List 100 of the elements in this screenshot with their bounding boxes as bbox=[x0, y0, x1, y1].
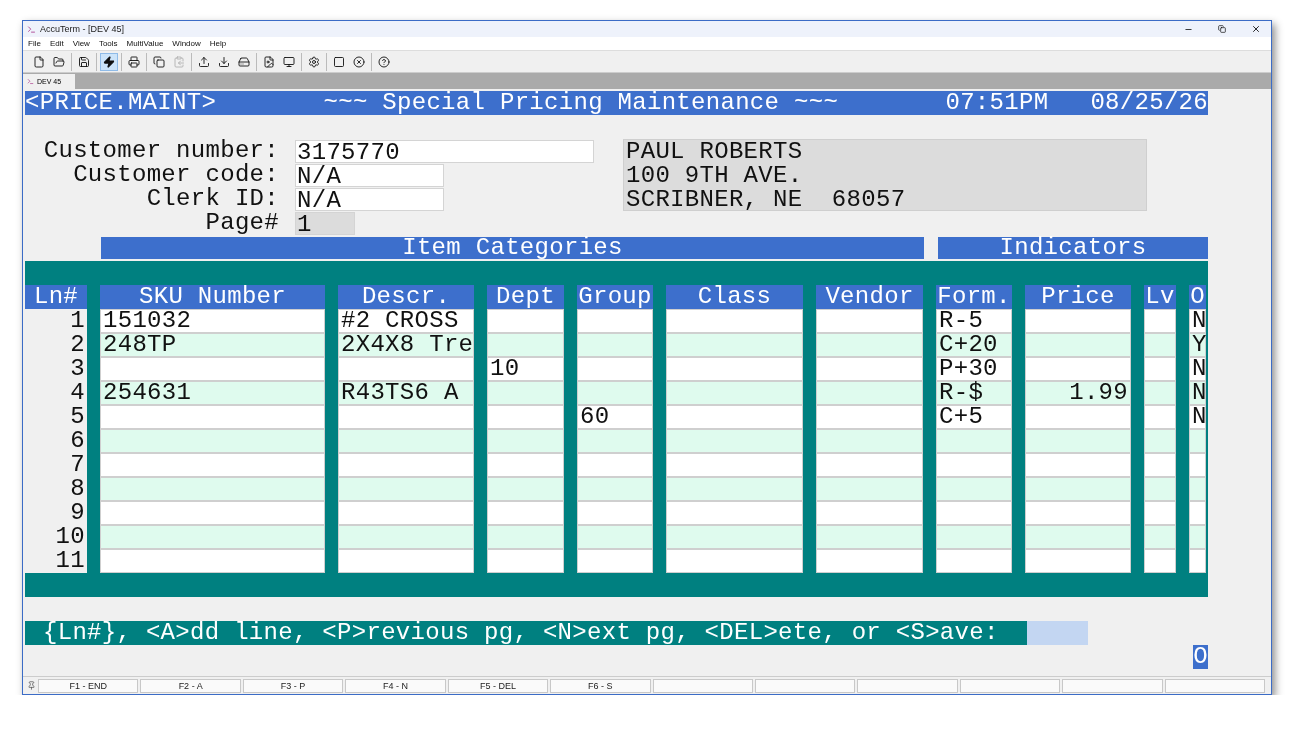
function-key-button[interactable] bbox=[959, 678, 1061, 693]
table-cell[interactable] bbox=[666, 381, 803, 405]
table-cell[interactable] bbox=[1189, 477, 1206, 501]
menu-item[interactable]: MultiValue bbox=[126, 39, 164, 48]
close-icon[interactable] bbox=[1251, 24, 1261, 34]
table-cell[interactable] bbox=[1189, 453, 1206, 477]
table-cell[interactable]: 248TP bbox=[100, 333, 325, 357]
table-cell[interactable] bbox=[338, 501, 474, 525]
table-cell[interactable] bbox=[100, 549, 325, 573]
lightning-icon[interactable] bbox=[100, 52, 118, 71]
table-cell[interactable] bbox=[1144, 357, 1176, 381]
function-key-button[interactable] bbox=[652, 678, 753, 693]
table-cell[interactable] bbox=[100, 453, 325, 477]
function-key-button[interactable]: F2 - A bbox=[140, 678, 241, 693]
table-cell[interactable] bbox=[577, 357, 653, 381]
table-cell[interactable] bbox=[666, 357, 803, 381]
prompt-input-field[interactable] bbox=[1027, 621, 1088, 645]
table-cell[interactable] bbox=[487, 309, 564, 333]
table-cell[interactable] bbox=[936, 525, 1012, 549]
table-cell[interactable] bbox=[936, 501, 1012, 525]
table-cell[interactable] bbox=[816, 549, 923, 573]
table-cell[interactable] bbox=[577, 429, 653, 453]
table-cell[interactable] bbox=[577, 309, 653, 333]
table-cell[interactable] bbox=[816, 381, 923, 405]
table-cell[interactable] bbox=[666, 453, 803, 477]
table-cell[interactable] bbox=[487, 429, 564, 453]
table-cell[interactable] bbox=[1025, 477, 1131, 501]
table-cell[interactable] bbox=[816, 333, 923, 357]
table-cell[interactable] bbox=[1144, 525, 1176, 549]
table-cell[interactable] bbox=[1025, 405, 1131, 429]
table-cell[interactable] bbox=[816, 357, 923, 381]
table-cell[interactable] bbox=[666, 405, 803, 429]
table-cell[interactable] bbox=[100, 405, 325, 429]
function-key-button[interactable]: F1 - END bbox=[38, 678, 139, 693]
table-cell[interactable] bbox=[577, 501, 653, 525]
table-cell[interactable] bbox=[1144, 381, 1176, 405]
table-cell[interactable] bbox=[666, 333, 803, 357]
table-cell[interactable] bbox=[1025, 501, 1131, 525]
function-key-button[interactable]: F5 - DEL bbox=[447, 678, 549, 693]
table-cell[interactable] bbox=[100, 357, 325, 381]
table-cell[interactable] bbox=[1025, 549, 1131, 573]
table-cell[interactable]: Y bbox=[1189, 333, 1206, 357]
table-cell[interactable]: C+20 bbox=[936, 333, 1012, 357]
table-cell[interactable]: N bbox=[1189, 309, 1206, 333]
table-cell[interactable] bbox=[487, 453, 564, 477]
table-cell[interactable] bbox=[100, 429, 325, 453]
table-cell[interactable]: N bbox=[1189, 357, 1206, 381]
table-cell[interactable] bbox=[100, 501, 325, 525]
table-cell[interactable] bbox=[1189, 525, 1206, 549]
table-cell[interactable]: 60 bbox=[577, 405, 653, 429]
table-cell[interactable] bbox=[338, 453, 474, 477]
table-cell[interactable] bbox=[1189, 549, 1206, 573]
table-cell[interactable] bbox=[487, 405, 564, 429]
input-field[interactable]: 1 bbox=[295, 211, 355, 235]
table-cell[interactable] bbox=[666, 549, 803, 573]
table-cell[interactable] bbox=[936, 549, 1012, 573]
table-cell[interactable]: P+30 bbox=[936, 357, 1012, 381]
table-cell[interactable] bbox=[666, 525, 803, 549]
table-cell[interactable] bbox=[1144, 453, 1176, 477]
table-cell[interactable] bbox=[1025, 357, 1131, 381]
table-cell[interactable] bbox=[816, 453, 923, 477]
table-cell[interactable] bbox=[816, 501, 923, 525]
table-cell[interactable] bbox=[577, 525, 653, 549]
table-cell[interactable] bbox=[666, 477, 803, 501]
table-cell[interactable]: C+5 bbox=[936, 405, 1012, 429]
table-cell[interactable] bbox=[666, 501, 803, 525]
table-cell[interactable]: N bbox=[1189, 381, 1206, 405]
table-cell[interactable] bbox=[577, 333, 653, 357]
function-key-button[interactable]: F4 - N bbox=[345, 678, 446, 693]
input-field[interactable]: N/A bbox=[295, 187, 444, 211]
menu-item[interactable]: Window bbox=[172, 39, 201, 48]
table-cell[interactable] bbox=[936, 429, 1012, 453]
table-cell[interactable] bbox=[1144, 405, 1176, 429]
menu-item[interactable]: Tools bbox=[98, 39, 118, 48]
table-cell[interactable] bbox=[1144, 501, 1176, 525]
table-cell[interactable] bbox=[1025, 525, 1131, 549]
table-cell[interactable] bbox=[1025, 429, 1131, 453]
table-cell[interactable] bbox=[338, 429, 474, 453]
table-cell[interactable]: 1.99 bbox=[1025, 381, 1131, 405]
table-cell[interactable]: R43TS6 A bbox=[338, 381, 474, 405]
table-cell[interactable] bbox=[816, 525, 923, 549]
function-key-button[interactable] bbox=[754, 678, 856, 693]
table-cell[interactable]: R-5 bbox=[936, 309, 1012, 333]
table-cell[interactable] bbox=[338, 357, 474, 381]
table-cell[interactable]: R-$ bbox=[936, 381, 1012, 405]
table-cell[interactable] bbox=[487, 333, 564, 357]
table-cell[interactable] bbox=[1025, 453, 1131, 477]
table-cell[interactable] bbox=[816, 309, 923, 333]
function-key-button[interactable] bbox=[1164, 678, 1266, 693]
table-cell[interactable] bbox=[577, 453, 653, 477]
table-cell[interactable] bbox=[816, 405, 923, 429]
table-cell[interactable]: 10 bbox=[487, 357, 564, 381]
table-cell[interactable] bbox=[487, 501, 564, 525]
table-cell[interactable] bbox=[1025, 333, 1131, 357]
table-cell[interactable] bbox=[1025, 309, 1131, 333]
table-cell[interactable] bbox=[100, 525, 325, 549]
table-cell[interactable] bbox=[1144, 309, 1176, 333]
table-cell[interactable] bbox=[1144, 477, 1176, 501]
table-cell[interactable]: 151032 bbox=[100, 309, 325, 333]
menu-item[interactable]: Help bbox=[209, 39, 227, 48]
